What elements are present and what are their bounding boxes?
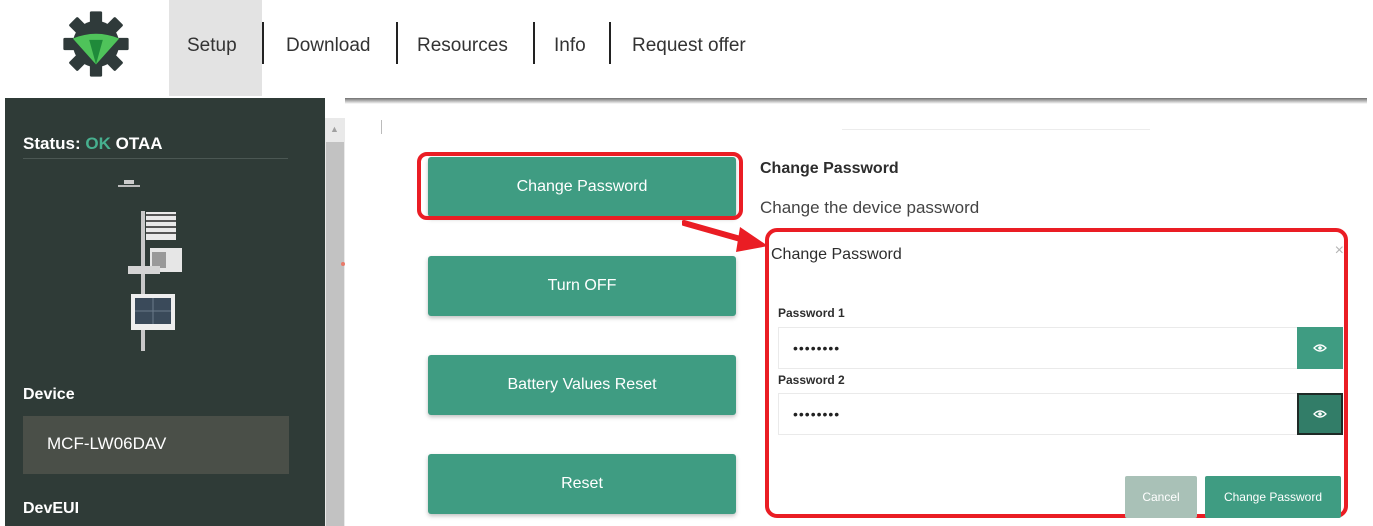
show-password2-button[interactable] <box>1297 393 1343 435</box>
nav-download[interactable]: Download <box>268 0 389 96</box>
submit-change-password-button[interactable]: Change Password <box>1205 476 1341 518</box>
battery-values-reset-button[interactable]: Battery Values Reset <box>428 355 736 415</box>
nav-info[interactable]: Info <box>536 0 604 96</box>
marker-dot <box>341 262 345 266</box>
highlight-frame <box>417 152 743 220</box>
scroll-up-arrow-icon[interactable]: ▲ <box>330 124 339 134</box>
nav-separator <box>396 22 398 64</box>
divider <box>842 129 1150 130</box>
device-select[interactable]: MCF-LW06DAV <box>23 416 289 474</box>
device-label: Device <box>23 386 75 403</box>
sidebar-scrollbar[interactable]: ▲ <box>325 118 345 526</box>
status-ok: OK <box>85 134 111 153</box>
header-shadow <box>345 98 1367 104</box>
section-title: Change Password <box>760 160 899 177</box>
close-icon[interactable]: × <box>1335 242 1344 260</box>
dialog-title: Change Password <box>771 246 902 263</box>
nav-request-offer[interactable]: Request offer <box>614 0 764 96</box>
password2-input[interactable] <box>778 393 1298 435</box>
cancel-button[interactable]: Cancel <box>1125 476 1197 518</box>
divider <box>23 158 288 159</box>
nav-separator <box>262 22 264 64</box>
nav-separator <box>609 22 611 64</box>
eye-icon <box>1313 344 1327 352</box>
reset-button[interactable]: Reset <box>428 454 736 514</box>
top-nav: Setup Download Resources Info Request of… <box>0 0 1373 98</box>
weather-station-image <box>118 180 182 351</box>
status-line: Status: OK OTAA <box>23 134 163 154</box>
nav-setup[interactable]: Setup <box>169 0 262 96</box>
scrollbar-thumb[interactable] <box>326 142 344 526</box>
status-mode: OTAA <box>115 134 163 153</box>
status-label: Status: <box>23 134 81 153</box>
show-password1-button[interactable] <box>1297 327 1343 369</box>
section-description: Change the device password <box>760 198 980 217</box>
change-password-dialog: Change Password × Password 1 Password 2 … <box>765 228 1348 518</box>
password1-label: Password 1 <box>778 306 845 320</box>
turn-off-button[interactable]: Turn OFF <box>428 256 736 316</box>
sidebar: Status: OK OTAA Device MCF-LW06DAV DevEU… <box>5 98 325 526</box>
nav-separator <box>533 22 535 64</box>
gear-logo-icon[interactable] <box>62 10 130 78</box>
divider-mark <box>381 120 382 134</box>
device-value: MCF-LW06DAV <box>47 434 167 453</box>
password1-input[interactable] <box>778 327 1298 369</box>
annotation-arrow-icon <box>682 220 768 252</box>
password2-label: Password 2 <box>778 373 845 387</box>
eye-icon <box>1313 410 1327 418</box>
nav-resources[interactable]: Resources <box>399 0 526 96</box>
deveui-label: DevEUI <box>23 500 80 517</box>
